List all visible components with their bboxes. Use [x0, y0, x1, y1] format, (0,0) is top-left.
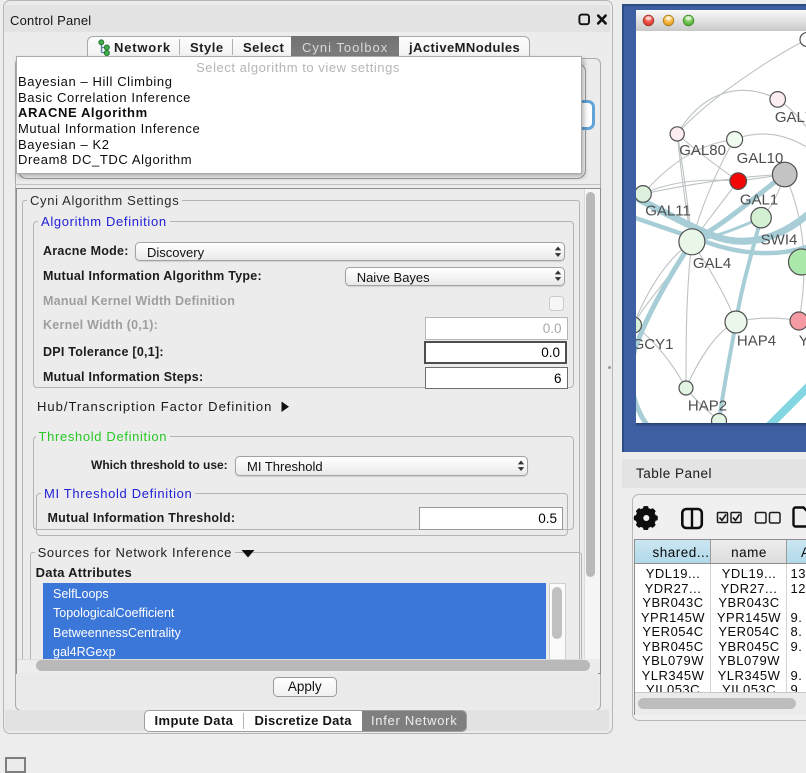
svg-text:GAL4: GAL4	[693, 255, 731, 272]
svg-text:GCY1: GCY1	[636, 336, 673, 353]
svg-text:HAP2: HAP2	[688, 398, 727, 415]
svg-text:YM: YM	[799, 333, 806, 350]
svg-text:HAP4: HAP4	[737, 333, 776, 350]
svg-text:GAL1: GAL1	[740, 191, 778, 208]
svg-text:GAL11: GAL11	[645, 203, 691, 220]
svg-text:GAL80: GAL80	[679, 142, 726, 159]
svg-text:GAL10: GAL10	[737, 150, 784, 167]
svg-text:GAL7: GAL7	[775, 109, 806, 126]
svg-text:SWI4: SWI4	[761, 232, 798, 249]
